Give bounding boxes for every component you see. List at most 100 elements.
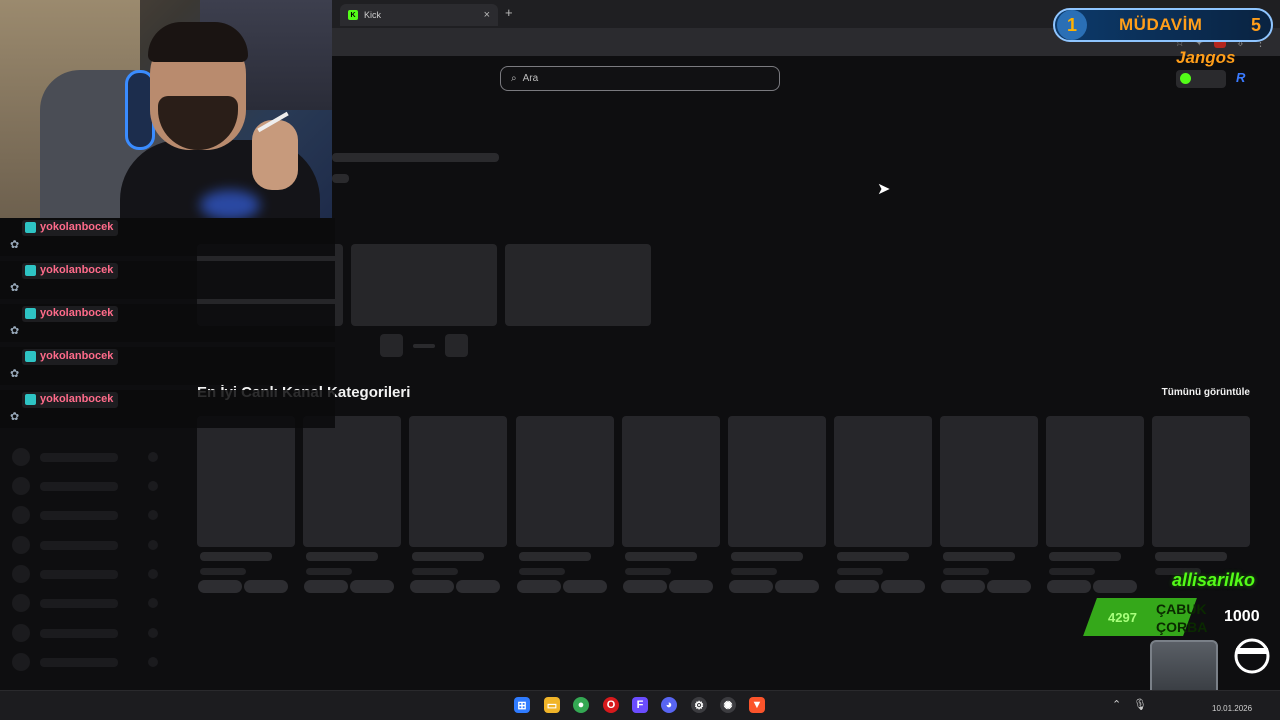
carousel-prev-button[interactable] — [380, 334, 403, 357]
category-tag-skeleton[interactable] — [304, 580, 348, 593]
category-tag-skeleton[interactable] — [563, 580, 607, 593]
category-tag-skeleton[interactable] — [729, 580, 773, 593]
promo-text-line-1: ÇABUK — [1156, 601, 1207, 617]
category-tag-skeleton[interactable] — [244, 580, 288, 593]
search-placeholder: Ara — [522, 73, 539, 84]
kick-favicon-icon: K — [348, 10, 358, 20]
category-title-skeleton — [731, 552, 803, 561]
sidebar-line-placeholder — [40, 453, 118, 462]
chat-emote-icon: ✿ — [10, 411, 20, 423]
loyalty-username: Jangos — [1176, 48, 1236, 67]
file-explorer-icon[interactable]: ▭ — [544, 697, 560, 713]
category-title-skeleton — [200, 552, 272, 561]
sidebar-status-placeholder — [148, 540, 158, 550]
category-tag-skeleton[interactable] — [456, 580, 500, 593]
category-card-skeleton[interactable] — [1152, 416, 1250, 547]
category-tag-skeleton[interactable] — [1047, 580, 1091, 593]
category-tag-skeleton[interactable] — [410, 580, 454, 593]
sidebar-avatar-placeholder[interactable] — [12, 565, 30, 583]
chat-message: yokolanbocek ✿ — [0, 304, 335, 342]
carousel-next-button[interactable] — [445, 334, 468, 357]
category-card-skeleton[interactable] — [622, 416, 720, 547]
promo-text: ÇABUK ÇORBA — [1156, 600, 1207, 636]
opera-icon[interactable]: O — [603, 697, 619, 713]
carousel-card-skeleton[interactable] — [351, 244, 497, 326]
chat-emote-icon: ✿ — [10, 282, 20, 294]
sidebar-avatar-placeholder[interactable] — [12, 477, 30, 495]
sidebar-avatar-placeholder[interactable] — [12, 594, 30, 612]
category-tag-skeleton[interactable] — [517, 580, 561, 593]
microphone-icon[interactable]: 🎙 — [1133, 698, 1147, 711]
chat-badge-icon — [25, 394, 36, 405]
category-title-skeleton — [519, 552, 591, 561]
webcam-shirt-glow — [200, 190, 260, 218]
sidebar-avatar-placeholder[interactable] — [12, 506, 30, 524]
category-viewers-skeleton — [200, 568, 246, 575]
carousel-card-skeleton[interactable] — [505, 244, 651, 326]
hero-title-skeleton — [332, 153, 499, 162]
sidebar-line-placeholder — [40, 570, 118, 579]
promo-count: 4297 — [1108, 610, 1137, 625]
category-tag-skeleton[interactable] — [623, 580, 667, 593]
search-input[interactable]: ⌕ Ara — [500, 66, 780, 91]
loyalty-rank: 1 — [1057, 10, 1087, 40]
taskbar-clock[interactable]: 10.01.2026 — [1212, 704, 1252, 713]
browser-tab-kick[interactable]: K Kick × — [340, 4, 498, 26]
category-viewers-skeleton — [837, 568, 883, 575]
sidebar-line-placeholder — [40, 511, 118, 520]
new-tab-button[interactable]: + — [505, 5, 513, 20]
chat-badge-icon — [25, 308, 36, 319]
category-card-skeleton[interactable] — [940, 416, 1038, 547]
category-card-skeleton[interactable] — [1046, 416, 1144, 547]
category-viewers-skeleton — [943, 568, 989, 575]
category-tag-skeleton[interactable] — [350, 580, 394, 593]
sidebar-status-placeholder — [148, 452, 158, 462]
windows-start-icon[interactable]: ⊞ — [514, 697, 530, 713]
close-tab-icon[interactable]: × — [484, 9, 490, 21]
sidebar-status-placeholder — [148, 657, 158, 667]
category-viewers-skeleton — [412, 568, 458, 575]
category-tag-skeleton[interactable] — [669, 580, 713, 593]
category-card-skeleton[interactable] — [834, 416, 932, 547]
category-tag-skeleton[interactable] — [987, 580, 1031, 593]
sidebar-avatar-placeholder[interactable] — [12, 448, 30, 466]
carousel-dots[interactable] — [413, 344, 435, 348]
app-f-icon[interactable]: F — [632, 697, 648, 713]
category-card-skeleton[interactable] — [728, 416, 826, 547]
chat-message: yokolanbocek ✿ — [0, 218, 335, 256]
category-tag-skeleton[interactable] — [198, 580, 242, 593]
category-tag-skeleton[interactable] — [775, 580, 819, 593]
sidebar-avatar-placeholder[interactable] — [12, 624, 30, 642]
chat-username: yokolanbocek — [22, 263, 119, 279]
category-card-skeleton[interactable] — [197, 416, 295, 547]
category-title-skeleton — [1049, 552, 1121, 561]
category-title-skeleton — [412, 552, 484, 561]
tab-title: Kick — [364, 10, 382, 20]
chrome-icon[interactable]: ● — [573, 697, 589, 713]
sidebar-avatar-placeholder[interactable] — [12, 653, 30, 671]
category-card-skeleton[interactable] — [409, 416, 507, 547]
category-card-skeleton[interactable] — [303, 416, 401, 547]
sidebar-line-placeholder — [40, 658, 118, 667]
view-all-link[interactable]: Tümünü görüntüle — [1162, 387, 1250, 398]
category-tag-skeleton[interactable] — [881, 580, 925, 593]
sidebar-avatar-placeholder[interactable] — [12, 536, 30, 554]
kick-badge-icon — [1180, 73, 1191, 84]
chat-username: yokolanbocek — [22, 220, 119, 236]
category-tag-skeleton[interactable] — [941, 580, 985, 593]
category-viewers-skeleton — [1049, 568, 1095, 575]
category-tag-skeleton[interactable] — [835, 580, 879, 593]
settings-icon[interactable]: ⚙ — [691, 697, 707, 713]
discord-icon[interactable]: ◕ — [661, 697, 677, 713]
streamer-webcam — [0, 0, 332, 218]
tray-expand-icon[interactable]: ⌃ — [1112, 698, 1121, 711]
category-viewers-skeleton — [306, 568, 352, 575]
chat-message: yokolanbocek ✿ — [0, 347, 335, 385]
chat-badge-icon — [25, 265, 36, 276]
category-card-skeleton[interactable] — [516, 416, 614, 547]
category-title-skeleton — [943, 552, 1015, 561]
chatgpt-icon[interactable]: ✺ — [720, 697, 736, 713]
category-tag-skeleton[interactable] — [1093, 580, 1137, 593]
brave-icon[interactable]: ▼ — [749, 697, 765, 713]
category-title-skeleton — [1155, 552, 1227, 561]
